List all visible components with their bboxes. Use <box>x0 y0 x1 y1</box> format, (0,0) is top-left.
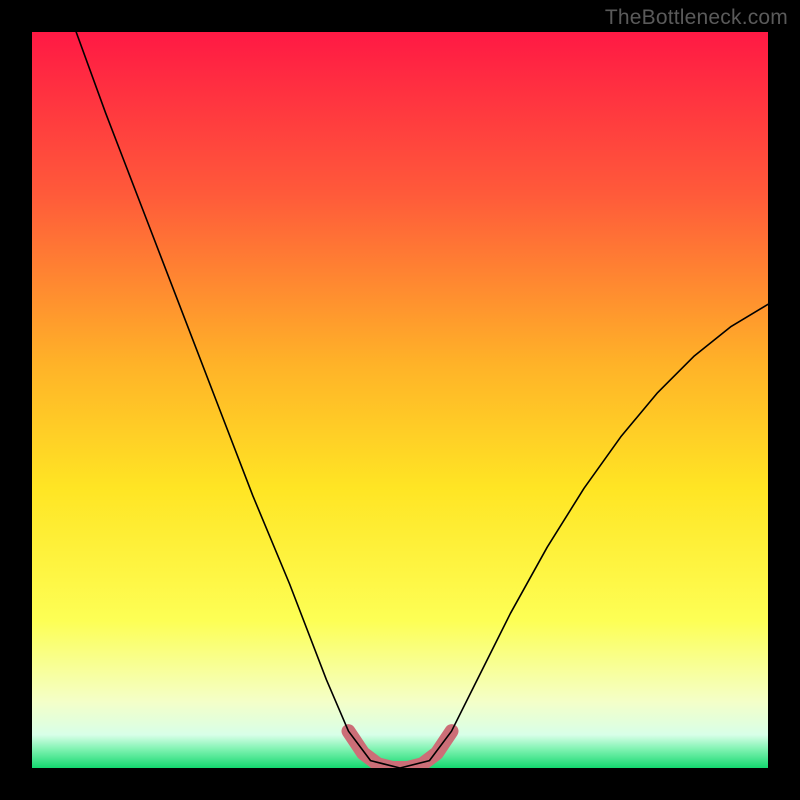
gradient-background <box>32 32 768 768</box>
chart-svg <box>32 32 768 768</box>
chart-frame: TheBottleneck.com <box>0 0 800 800</box>
watermark-text: TheBottleneck.com <box>605 6 788 30</box>
plot-area <box>32 32 768 768</box>
